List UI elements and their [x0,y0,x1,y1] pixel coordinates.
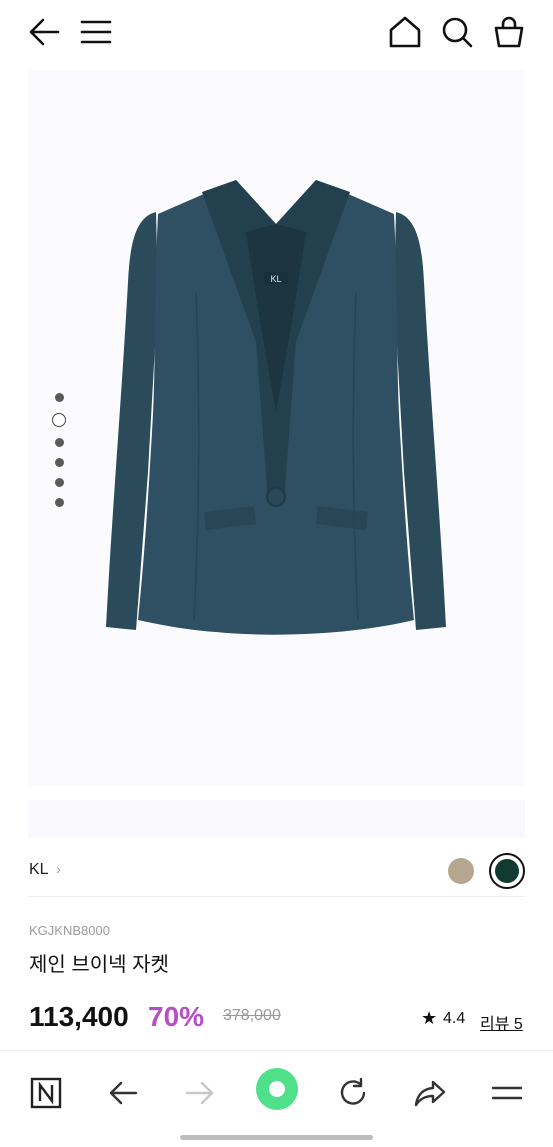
hamburger-menu-icon [80,20,112,44]
color-swatch-beige[interactable] [448,858,474,884]
naver-home-button[interactable] [24,1071,68,1115]
arrow-left-icon [29,18,60,46]
cart-button[interactable] [489,12,529,52]
browser-bottom-bar [0,1050,553,1147]
browser-back-button[interactable] [101,1071,145,1115]
shopping-bag-icon [494,16,524,48]
refresh-button[interactable] [331,1071,375,1115]
pagination-dot-active[interactable] [52,413,66,427]
share-icon [414,1080,446,1107]
gallery-pagination [52,393,66,518]
brand-link[interactable]: KL [29,861,49,879]
browser-menu-button[interactable] [485,1071,529,1115]
share-button[interactable] [408,1071,452,1115]
top-bar [0,0,553,64]
brand-row: KL › [28,845,525,897]
color-swatch-dark-green[interactable] [489,853,525,889]
search-button[interactable] [437,12,477,52]
chevron-right-icon: › [56,861,61,878]
refresh-icon [340,1077,366,1105]
home-indicator [180,1135,373,1140]
forward-arrow-icon [185,1081,214,1105]
rating-value: 4.4 [443,1010,466,1027]
pagination-dot[interactable] [54,438,64,447]
product-image: KL [106,180,446,635]
back-arrow-icon [109,1081,138,1105]
home-icon [389,16,421,48]
gallery-thumbnail-strip [28,800,525,838]
search-icon [442,17,473,48]
naver-n-icon [30,1077,62,1109]
menu-button[interactable] [76,12,116,52]
svg-text:KL: KL [270,274,281,284]
color-swatch-dark-green-fill [495,859,519,883]
browser-forward-button[interactable] [178,1071,222,1115]
green-dot-icon [256,1068,298,1110]
star-icon: ★ [421,1008,438,1028]
original-price: 378,000 [223,1007,281,1024]
pagination-dot[interactable] [54,458,64,467]
pagination-dot[interactable] [54,498,64,507]
home-button[interactable] [385,12,425,52]
menu-icon [491,1086,523,1100]
pagination-dot[interactable] [54,393,64,402]
back-button[interactable] [24,12,64,52]
discount-rate: 70% [148,1001,205,1032]
product-image-gallery[interactable]: KL [28,70,525,786]
pagination-dot[interactable] [54,478,64,487]
product-sku: KGJKNB8000 [29,923,110,938]
reviews-link[interactable]: 리뷰 5 [480,1010,523,1034]
sale-price: 113,400 [29,1001,129,1032]
green-dot-button[interactable] [255,1067,299,1111]
product-title: 제인 브이넥 자켓 [29,954,169,976]
